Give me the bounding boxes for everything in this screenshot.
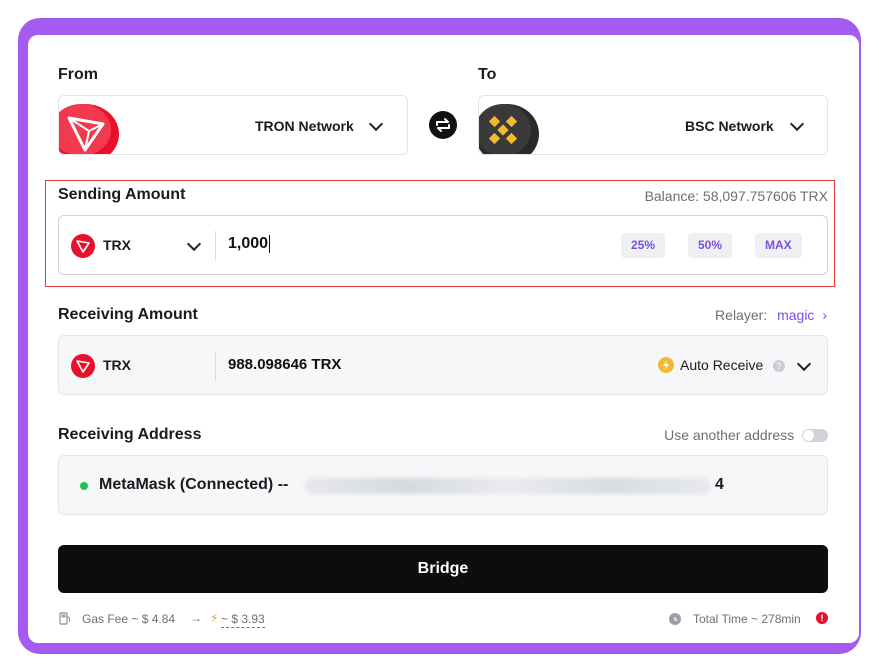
- help-icon[interactable]: ?: [773, 360, 785, 372]
- to-network-name: BSC Network: [685, 118, 774, 134]
- field-divider: [215, 351, 216, 381]
- balance-text: Balance: 58,097.757606 TRX: [644, 188, 828, 204]
- toggle-knob: [803, 430, 814, 441]
- swap-arrows-icon[interactable]: [429, 111, 457, 139]
- relayer-label: Relayer:: [715, 307, 768, 323]
- tron-token-icon: [71, 354, 95, 378]
- chevron-down-icon: [368, 116, 384, 132]
- gas-fee-text: Gas Fee ~ $ 4.84: [82, 612, 176, 626]
- bridge-button[interactable]: Bridge: [58, 545, 828, 593]
- receiving-address-field: MetaMask (Connected) -- 4: [58, 455, 828, 515]
- sending-amount-field: TRX 1,000 25% 50% MAX: [58, 215, 828, 275]
- chevron-down-icon: [789, 116, 805, 132]
- bnb-logo-icon: [479, 104, 541, 154]
- relayer-info[interactable]: Relayer: magic ›: [715, 307, 827, 323]
- chevron-down-icon[interactable]: [186, 236, 202, 252]
- send-token-name[interactable]: TRX: [103, 237, 131, 253]
- wallet-connected-text: MetaMask (Connected) --: [99, 476, 289, 493]
- use-another-address-label: Use another address: [664, 427, 795, 443]
- gas-fee-discounted[interactable]: ~ $ 3.93: [221, 612, 265, 628]
- from-label: From: [58, 66, 98, 83]
- connected-status-dot: [80, 482, 88, 490]
- relayer-value[interactable]: magic: [777, 307, 814, 323]
- lightning-icon: [658, 357, 674, 373]
- to-label: To: [478, 66, 497, 83]
- auto-receive-label[interactable]: Auto Receive: [680, 357, 763, 373]
- total-time-text: Total Time ~ 278min: [693, 612, 801, 626]
- receive-amount: 988.098646 TRX: [228, 356, 342, 373]
- receiving-amount-field: TRX 988.098646 TRX Auto Receive ?: [58, 335, 828, 395]
- pct-50-button[interactable]: 50%: [688, 233, 733, 258]
- receiving-amount-label: Receiving Amount: [58, 306, 198, 323]
- from-network-select[interactable]: TRON Network: [58, 95, 408, 155]
- field-divider: [215, 231, 216, 261]
- use-another-address[interactable]: Use another address: [664, 427, 828, 443]
- address-suffix: 4: [715, 476, 724, 493]
- address-toggle[interactable]: [802, 429, 828, 442]
- sending-amount-label: Sending Amount: [58, 186, 186, 203]
- clock-icon: [669, 613, 681, 625]
- send-amount-input[interactable]: 1,000: [228, 235, 271, 253]
- to-network-select[interactable]: BSC Network: [478, 95, 828, 155]
- max-button[interactable]: MAX: [755, 233, 802, 258]
- tron-token-icon: [71, 234, 95, 258]
- chevron-down-icon[interactable]: [796, 356, 812, 372]
- pct-25-button[interactable]: 25%: [621, 233, 666, 258]
- receiving-address-label: Receiving Address: [58, 426, 202, 443]
- from-network-name: TRON Network: [255, 118, 354, 134]
- blurred-address: [305, 478, 711, 494]
- arrow-right-icon: →: [190, 611, 202, 625]
- tron-logo-icon: [59, 104, 121, 154]
- chevron-right-icon[interactable]: ›: [822, 307, 827, 323]
- lightning-small-icon: ⚡: [210, 611, 219, 625]
- warning-icon[interactable]: !: [816, 612, 828, 624]
- receive-token-name: TRX: [103, 357, 131, 373]
- gas-pump-icon: [59, 611, 71, 625]
